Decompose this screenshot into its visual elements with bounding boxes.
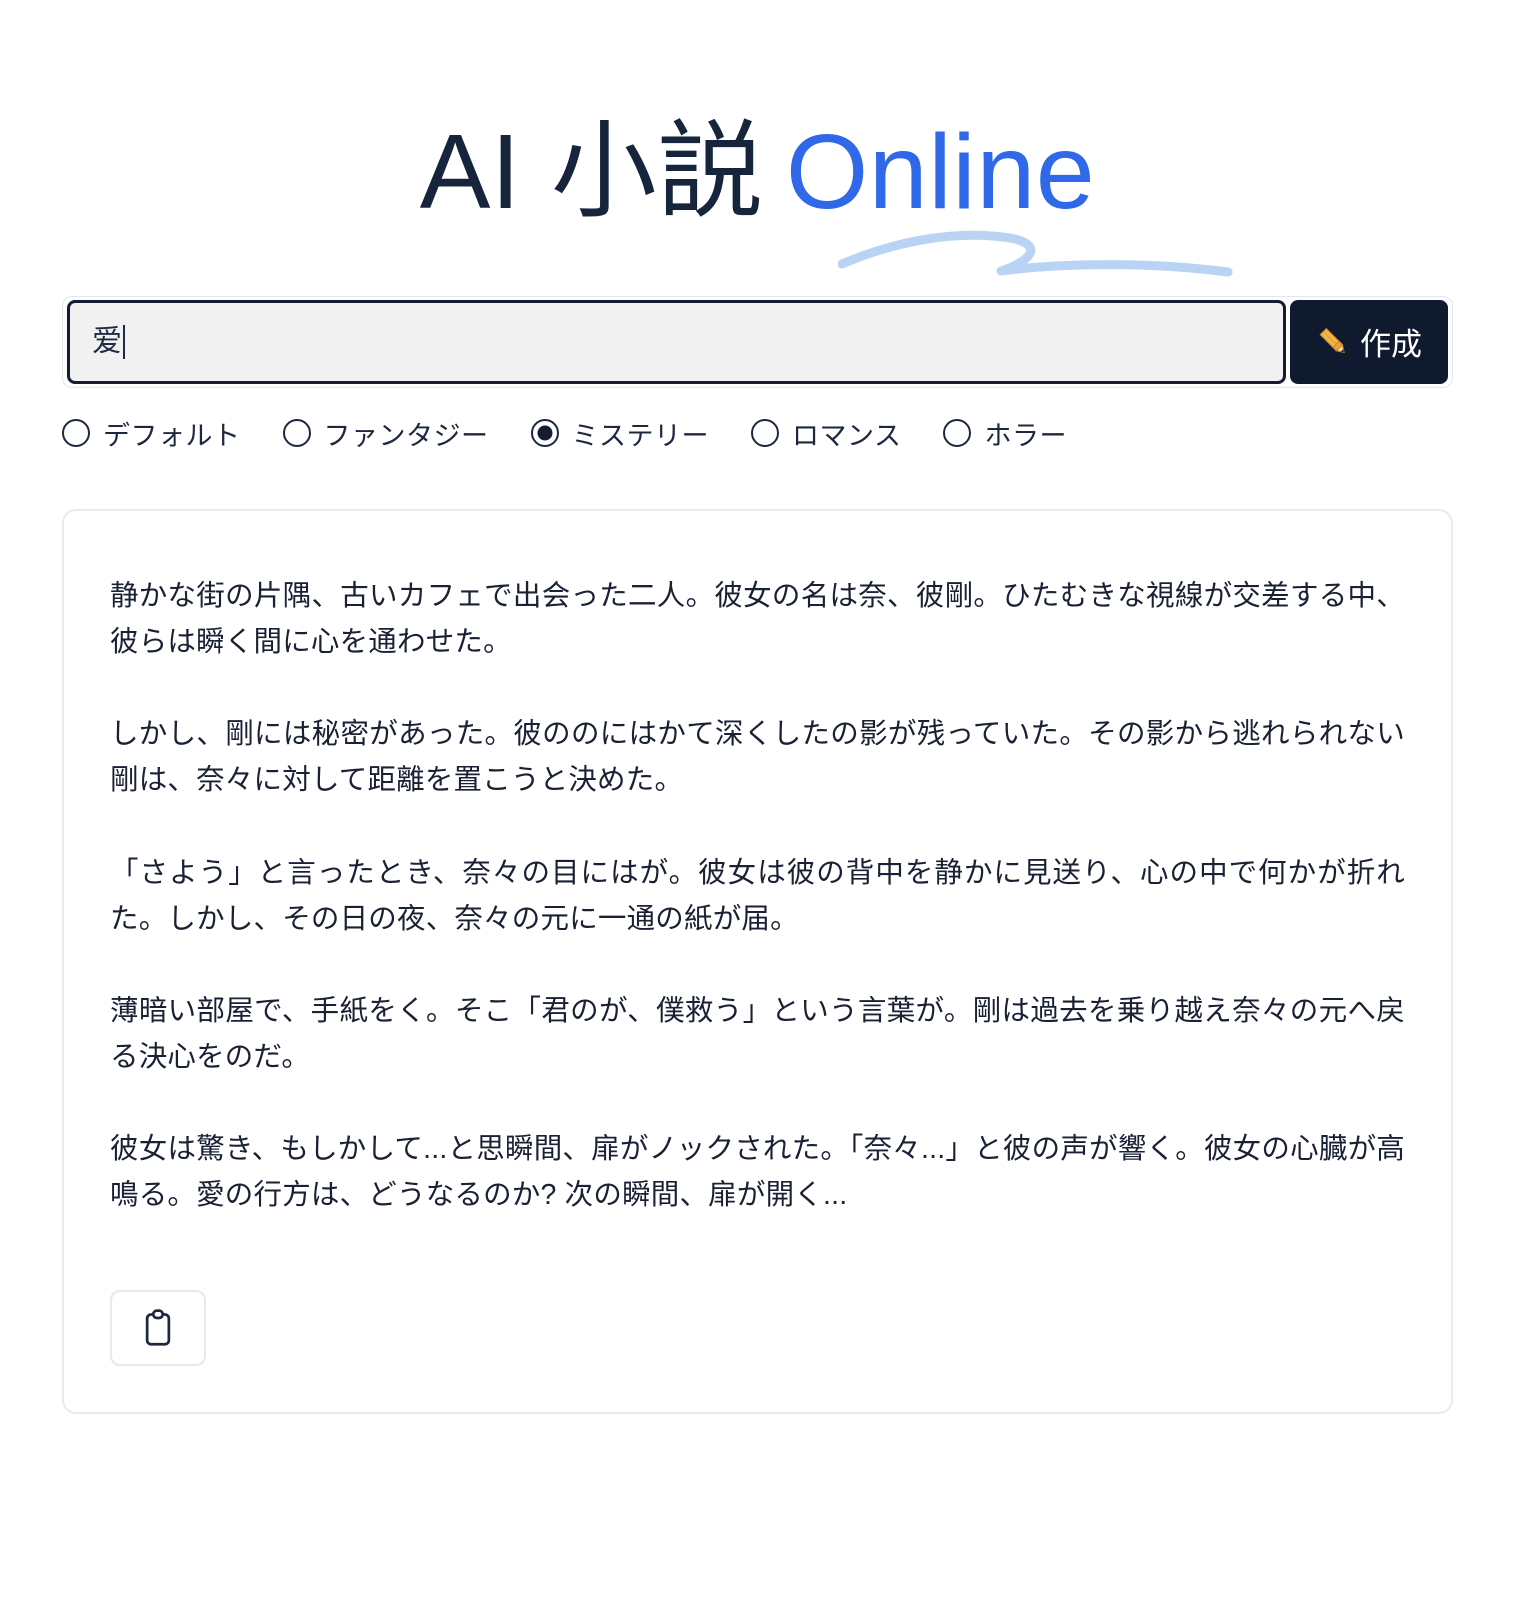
create-button[interactable]: 作成 <box>1290 299 1448 384</box>
text-caret <box>123 324 125 359</box>
radio-icon[interactable] <box>282 419 311 448</box>
radio-icon[interactable] <box>943 419 972 448</box>
genre-option-horror[interactable]: ホラー <box>943 414 1067 453</box>
app-root: AI 小説 Online 爱 作成 デフォルト ファンタジー ミステリー ロマン… <box>0 0 1515 1600</box>
story-paragraph: 「さよう」と言ったとき、奈々の目にはが。彼女は彼の背中を静かに見送り、心の中で何… <box>110 856 1405 935</box>
genre-option-label: ロマンス <box>792 420 902 451</box>
story-paragraph: しかし、剛には秘密があった。彼ののにはかて深くしたの影が残っていた。その影から逃… <box>110 718 1405 797</box>
genre-option-label: ファンタジー <box>323 420 489 451</box>
radio-icon-selected[interactable] <box>530 419 559 448</box>
genre-radio-group: デフォルト ファンタジー ミステリー ロマンス ホラー <box>62 414 1453 453</box>
story-result-card: 静かな街の片隅、古いカフェで出会った二人。彼女の名は奈、彼剛。ひたむきな視線が交… <box>62 508 1453 1415</box>
create-button-label: 作成 <box>1360 327 1422 363</box>
radio-icon[interactable] <box>751 419 779 448</box>
story-text: 静かな街の片隅、古いカフェで出会った二人。彼女の名は奈、彼剛。ひたむきな視線が交… <box>110 573 1405 1219</box>
logo: AI 小説 Online <box>420 112 1233 277</box>
logo-text-blue: Online <box>785 113 1096 231</box>
radio-icon[interactable] <box>62 419 90 448</box>
logo-text: AI 小説 Online <box>420 112 1096 234</box>
prompt-input-value: 爱 <box>92 324 122 358</box>
clipboard-icon <box>145 1309 171 1347</box>
genre-option-label: ミステリー <box>571 420 709 451</box>
copy-button[interactable] <box>110 1290 206 1367</box>
story-paragraph: 彼女は驚き、もしかして...と思瞬間、扉がノックされた。「奈々...」と彼の声が… <box>110 1133 1405 1212</box>
genre-option-default[interactable]: デフォルト <box>62 414 241 453</box>
story-paragraph: 薄暗い部屋で、手紙をく。そこ「君のが、僕救う」という言葉が。剛は過去を乗り越え奈… <box>110 994 1405 1073</box>
genre-option-mystery[interactable]: ミステリー <box>530 414 710 453</box>
genre-option-label: ホラー <box>984 420 1067 451</box>
prompt-input[interactable]: 爱 <box>67 299 1286 384</box>
story-paragraph: 静かな街の片隅、古いカフェで出会った二人。彼女の名は奈、彼剛。ひたむきな視線が交… <box>110 579 1405 659</box>
genre-option-fantasy[interactable]: ファンタジー <box>282 414 489 453</box>
logo-text-dark: AI 小説 <box>419 113 764 231</box>
genre-option-label: デフォルト <box>103 420 241 451</box>
genre-option-romance[interactable]: ロマンス <box>751 414 901 453</box>
pencil-icon <box>1319 327 1345 353</box>
header: AI 小説 Online <box>0 0 1515 277</box>
prompt-bar: 爱 作成 <box>62 295 1453 388</box>
